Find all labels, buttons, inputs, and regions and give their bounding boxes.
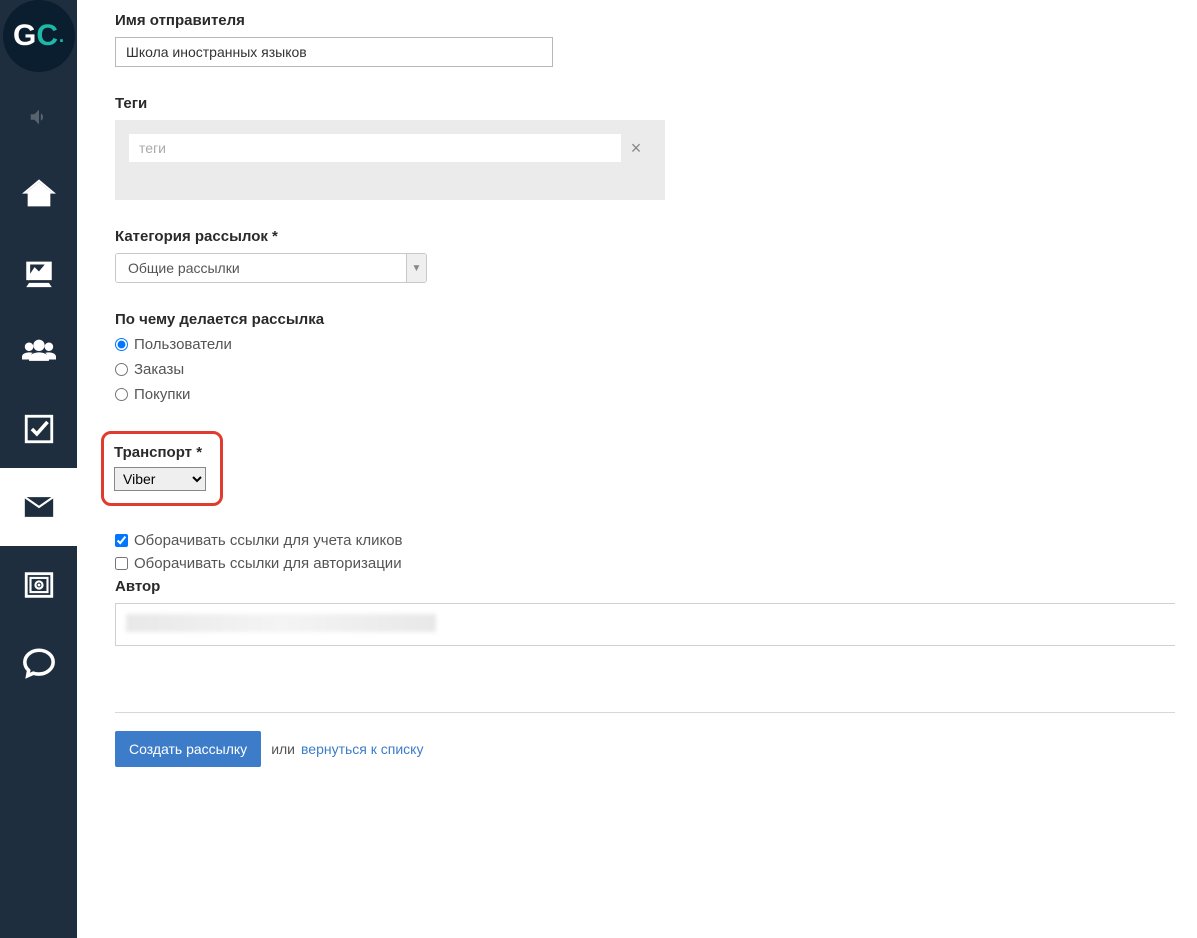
submit-button[interactable]: Создать рассылку <box>115 731 261 767</box>
wrap-clicks-row[interactable]: Оборачивать ссылки для учета кликов <box>115 532 1197 549</box>
radio-orders-label: Заказы <box>134 361 184 378</box>
category-group: Категория рассылок * Общие рассылки ▼ <box>115 228 1197 283</box>
tags-clear-button[interactable]: × <box>621 134 651 159</box>
checkbox-wrap-clicks-label: Оборачивать ссылки для учета кликов <box>134 532 403 549</box>
sidebar: GC. <box>0 0 77 938</box>
category-select[interactable]: Общие рассылки ▼ <box>115 253 427 283</box>
tags-container: × <box>115 120 665 200</box>
basis-label: По чему делается рассылка <box>115 311 1197 328</box>
nav-mail[interactable] <box>0 468 77 546</box>
mail-icon <box>22 490 56 524</box>
radio-purchases-label: Покупки <box>134 386 190 403</box>
nav-home[interactable] <box>0 156 77 234</box>
safe-icon <box>22 568 56 602</box>
nav-check[interactable] <box>0 390 77 468</box>
tags-group: Теги × <box>115 95 1197 200</box>
author-group: Автор <box>115 578 1197 646</box>
checkbox-wrap-clicks[interactable] <box>115 534 128 547</box>
radio-orders[interactable] <box>115 363 128 376</box>
basis-option-orders[interactable]: Заказы <box>115 361 1197 378</box>
sender-group: Имя отправителя <box>115 12 1197 67</box>
nav-users[interactable] <box>0 312 77 390</box>
logo-g: G <box>13 19 36 53</box>
sender-input[interactable] <box>115 37 553 67</box>
or-text: или <box>271 741 295 757</box>
nav-chart[interactable] <box>0 234 77 312</box>
form-actions: Создать рассылку или вернуться к списку <box>115 731 1197 767</box>
logo-c: C <box>36 19 58 53</box>
category-label: Категория рассылок * <box>115 228 1197 245</box>
nav-safe[interactable] <box>0 546 77 624</box>
author-blurred-value <box>126 614 436 632</box>
users-icon <box>22 334 56 368</box>
sender-label: Имя отправителя <box>115 12 1197 29</box>
checkbox-wrap-auth-label: Оборачивать ссылки для авторизации <box>134 555 402 572</box>
author-label: Автор <box>115 578 1197 595</box>
tags-input[interactable] <box>129 134 621 162</box>
wrap-options-group: Оборачивать ссылки для учета кликов Обор… <box>115 532 1197 572</box>
basis-option-users[interactable]: Пользователи <box>115 336 1197 353</box>
author-input[interactable] <box>115 603 1175 646</box>
main-content: Имя отправителя Теги × Категория рассыло… <box>77 0 1197 938</box>
wrap-auth-row[interactable]: Оборачивать ссылки для авторизации <box>115 555 1197 572</box>
radio-users-label: Пользователи <box>134 336 232 353</box>
nav-chat[interactable] <box>0 624 77 702</box>
sound-icon <box>28 106 50 128</box>
tags-label: Теги <box>115 95 1197 112</box>
chart-icon <box>22 256 56 290</box>
basis-group: По чему делается рассылка Пользователи З… <box>115 311 1197 403</box>
home-icon <box>22 178 56 212</box>
logo: GC. <box>3 0 75 72</box>
transport-select[interactable]: Viber <box>114 467 206 491</box>
transport-label: Транспорт * <box>114 444 206 461</box>
radio-purchases[interactable] <box>115 388 128 401</box>
radio-users[interactable] <box>115 338 128 351</box>
category-value: Общие рассылки <box>116 254 406 282</box>
basis-option-purchases[interactable]: Покупки <box>115 386 1197 403</box>
transport-highlight-box: Транспорт * Viber <box>101 431 223 506</box>
chevron-down-icon: ▼ <box>406 254 426 282</box>
divider <box>115 712 1175 713</box>
check-icon <box>22 412 56 446</box>
checkbox-wrap-auth[interactable] <box>115 557 128 570</box>
chat-icon <box>22 646 56 680</box>
back-link[interactable]: вернуться к списку <box>301 741 423 757</box>
logo-dot: . <box>59 26 64 47</box>
nav-sound[interactable] <box>0 78 77 156</box>
